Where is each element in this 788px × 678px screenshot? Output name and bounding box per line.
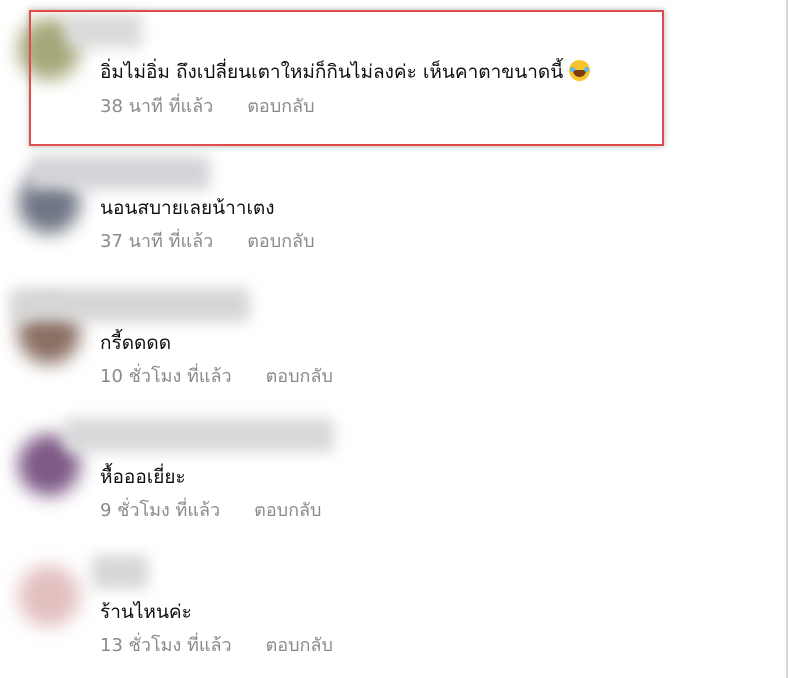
comment-meta: 13 ชั่วโมง ที่แล้ว ตอบกลับ bbox=[100, 634, 333, 658]
comment-meta: 9 ชั่วโมง ที่แล้ว ตอบกลับ bbox=[100, 499, 321, 523]
comment-meta: 37 นาที ที่แล้ว ตอบกลับ bbox=[100, 230, 315, 254]
comment-body: กรี้ดดดด bbox=[100, 332, 172, 354]
highlight-annotation bbox=[29, 10, 664, 146]
comment-body: ร้านไหนค่ะ bbox=[100, 601, 192, 623]
commenter-name-blurred[interactable] bbox=[10, 288, 250, 322]
comment-text: กรี้ดดดด bbox=[100, 331, 171, 355]
comment-timestamp[interactable]: 9 ชั่วโมง ที่แล้ว bbox=[100, 499, 220, 523]
comment-text: ร้านไหนค่ะ bbox=[100, 600, 192, 624]
avatar[interactable] bbox=[18, 565, 80, 627]
comment-text: หื้อออเยี่ยะ bbox=[100, 465, 186, 489]
reply-button[interactable]: ตอบกลับ bbox=[266, 365, 333, 389]
commenter-name-blurred[interactable] bbox=[30, 156, 210, 190]
reply-button[interactable]: ตอบกลับ bbox=[254, 499, 321, 523]
comment-timestamp[interactable]: 13 ชั่วโมง ที่แล้ว bbox=[100, 634, 232, 658]
commenter-name-blurred[interactable] bbox=[92, 555, 148, 589]
comment-item: นอนสบายเลยน้าาเตง 37 นาที ที่แล้ว ตอบกลั… bbox=[0, 150, 760, 280]
comment-thread: อิ่มไม่อิ่ม ถึงเปลี่ยนเตาใหม่ก็กินไม่ลงค… bbox=[0, 0, 788, 678]
comment-item: ร้านไหนค่ะ 13 ชั่วโมง ที่แล้ว ตอบกลับ bbox=[0, 545, 760, 678]
commenter-name-blurred[interactable] bbox=[64, 418, 334, 452]
comment-item: กรี้ดดดด 10 ชั่วโมง ที่แล้ว ตอบกลับ bbox=[0, 280, 760, 410]
reply-button[interactable]: ตอบกลับ bbox=[247, 230, 314, 254]
comment-body: หื้อออเยี่ยะ bbox=[100, 466, 186, 488]
comment-timestamp[interactable]: 10 ชั่วโมง ที่แล้ว bbox=[100, 365, 232, 389]
comment-body: นอนสบายเลยน้าาเตง bbox=[100, 197, 275, 219]
comment-item: หื้อออเยี่ยะ 9 ชั่วโมง ที่แล้ว ตอบกลับ bbox=[0, 410, 760, 545]
reply-button[interactable]: ตอบกลับ bbox=[266, 634, 333, 658]
comment-text: นอนสบายเลยน้าาเตง bbox=[100, 196, 275, 220]
comment-meta: 10 ชั่วโมง ที่แล้ว ตอบกลับ bbox=[100, 365, 333, 389]
comment-timestamp[interactable]: 37 นาที ที่แล้ว bbox=[100, 230, 213, 254]
